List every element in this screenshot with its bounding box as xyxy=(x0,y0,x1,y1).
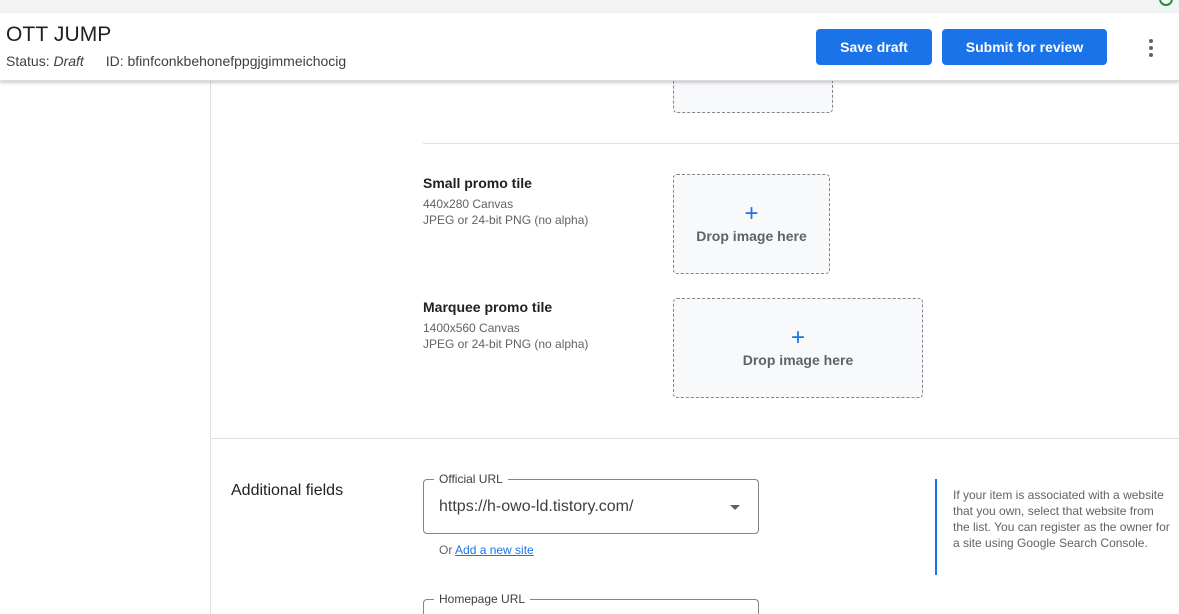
dropzone-text: Drop image here xyxy=(742,352,854,368)
add-new-site-link[interactable]: Add a new site xyxy=(455,543,534,557)
divider xyxy=(423,143,1179,144)
dropdown-arrow-icon xyxy=(730,505,740,510)
plus-icon: + xyxy=(790,324,805,351)
sidebar-divider xyxy=(210,81,211,614)
marquee-tile-format: JPEG or 24-bit PNG (no alpha) xyxy=(423,337,589,351)
status-label: Status: xyxy=(6,53,50,69)
item-title: OTT JUMP xyxy=(6,23,112,46)
plus-icon: + xyxy=(744,200,759,227)
marquee-tile-title: Marquee promo tile xyxy=(423,299,553,315)
official-url-select[interactable]: Official URL https://h-owo-ld.tistory.co… xyxy=(423,472,759,534)
add-site-line: Or Add a new site xyxy=(439,543,534,557)
save-draft-button[interactable]: Save draft xyxy=(816,29,932,65)
small-tile-format: JPEG or 24-bit PNG (no alpha) xyxy=(423,213,589,227)
marquee-tile-dropzone[interactable]: + Drop image here xyxy=(673,298,923,398)
small-tile-label: Small promo tile 440x280 Canvas JPEG or … xyxy=(423,175,588,228)
browser-top-strip xyxy=(0,0,1179,13)
more-vert-icon[interactable] xyxy=(1140,37,1162,59)
small-tile-title: Small promo tile xyxy=(423,175,532,191)
marquee-tile-size: 1400x560 Canvas xyxy=(423,321,520,335)
homepage-url-label: Homepage URL xyxy=(434,592,531,606)
status-value: Draft xyxy=(53,53,84,69)
or-text: Or xyxy=(439,543,453,557)
marquee-tile-label: Marquee promo tile 1400x560 Canvas JPEG … xyxy=(423,299,588,352)
small-tile-dropzone[interactable]: + Drop image here xyxy=(673,174,830,274)
additional-fields-heading: Additional fields xyxy=(231,482,344,499)
page-header: OTT JUMP Status: Draft ID: bfinfconkbeho… xyxy=(0,13,1179,81)
submit-for-review-button[interactable]: Submit for review xyxy=(942,29,1107,65)
status-line: Status: Draft ID: bfinfconkbehonefppgjgi… xyxy=(6,53,346,69)
small-tile-size: 440x280 Canvas xyxy=(423,197,514,211)
official-url-value: https://h-owo-ld.tistory.com/ xyxy=(439,498,634,515)
item-id-value: bfinfconkbehonefppgjgimmeichocig xyxy=(127,53,347,69)
official-url-label: Official URL xyxy=(434,472,508,486)
status-indicator-icon xyxy=(1159,0,1173,6)
official-url-help: If your item is associated with a websit… xyxy=(935,479,1173,575)
homepage-url-field[interactable]: Homepage URL xyxy=(423,592,759,614)
item-id-label: ID: xyxy=(105,53,124,69)
section-divider xyxy=(211,438,1179,439)
dropzone-text: Drop image here xyxy=(696,228,807,244)
